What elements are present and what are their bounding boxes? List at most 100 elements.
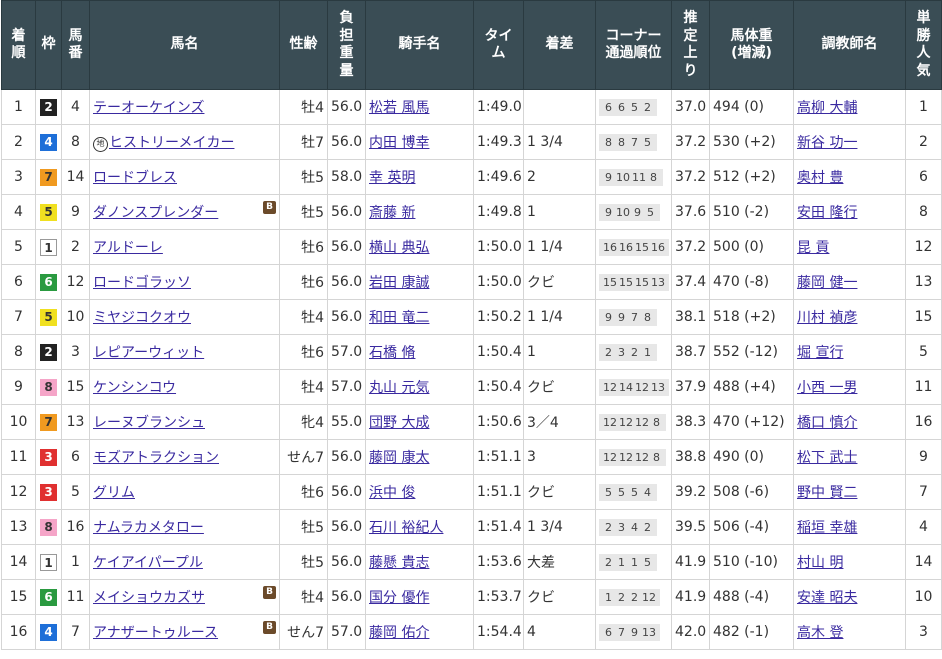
horse-name-link[interactable]: グリム [93, 485, 135, 501]
jockey-name-link[interactable]: 幸 英明 [369, 170, 415, 186]
horse-name-link[interactable]: ロードブレス [93, 170, 177, 186]
rank-cell: 1 [1, 89, 36, 125]
trainer-name-link[interactable]: 奥村 豊 [797, 170, 843, 186]
horse-name-link[interactable]: レピアーウィット [93, 345, 204, 361]
trainer-name-link[interactable]: 安田 隆行 [797, 205, 857, 221]
jockey-name-link[interactable]: 浜中 俊 [369, 485, 415, 501]
corner-cell: 9 10 11 8 [595, 159, 672, 195]
margin-cell: 1 3/4 [523, 509, 596, 545]
corner-position: 5 [631, 485, 638, 499]
waku-cell: 8 [35, 509, 62, 545]
horse-name-link[interactable]: アナザートゥルース [93, 625, 218, 641]
trainer-name-link[interactable]: 堀 宣行 [797, 345, 843, 361]
corner-position: 2 [605, 345, 612, 359]
last-3f-cell: 38.8 [671, 439, 710, 475]
jockey-name-link[interactable]: 団野 大成 [369, 415, 429, 431]
popularity-cell: 16 [905, 404, 942, 440]
corner-position: 8 [644, 310, 651, 324]
blinker-icon: B [263, 586, 276, 599]
horse-name-link[interactable]: アルドーレ [93, 240, 163, 256]
corner-positions: 9 10 9 5 [599, 203, 660, 221]
jockey-name-link[interactable]: 藤懸 貴志 [369, 555, 429, 571]
jockey-name-link[interactable]: 国分 優作 [369, 590, 429, 606]
jockey-name-link[interactable]: 松若 風馬 [369, 100, 429, 116]
weight-cell: 57.0 [327, 369, 366, 405]
jockey-name-link[interactable]: 石橋 脩 [369, 345, 415, 361]
umaban-cell: 15 [61, 369, 90, 405]
horse-name-link[interactable]: ケンシンコウ [93, 380, 176, 396]
header-sexage: 性齢 [279, 0, 328, 90]
horse-name-link[interactable]: テーオーケインズ [93, 100, 204, 116]
jockey-name-link[interactable]: 岩田 康誠 [369, 275, 429, 291]
trainer-name-link[interactable]: 安達 昭夫 [797, 590, 857, 606]
jockey-name-link[interactable]: 藤岡 佑介 [369, 625, 429, 641]
horse-name-link[interactable]: モズアトラクション [93, 450, 219, 466]
corner-position: 15 [603, 275, 617, 289]
corner-position: 3 [618, 520, 625, 534]
last-3f-cell: 39.2 [671, 474, 710, 510]
table-row: 13 8 16 ナムラカメタロー 牡5 56.0 石川 裕紀人 1:51.4 1 3/4 2 3 4 2… [1, 509, 942, 545]
time-cell: 1:51.4 [473, 509, 524, 545]
trainer-name-link[interactable]: 高木 登 [797, 625, 843, 641]
corner-position: 12 [635, 415, 649, 429]
corner-positions: 5554 [599, 483, 657, 501]
corner-position: 7 [631, 310, 638, 324]
corner-position: 13 [642, 625, 656, 639]
table-row: 5 1 2 アルドーレ 牡6 56.0 横山 典弘 1:50.0 1 1/4 16 16 15 16 37… [1, 229, 942, 265]
jockey-name-link[interactable]: 斎藤 新 [369, 205, 415, 221]
horse-name-link[interactable]: ミヤジコクオウ [93, 310, 191, 326]
corner-cell: 16 16 15 16 [595, 229, 672, 265]
jockey-cell: 石橋 脩 [365, 334, 474, 370]
time-cell: 1:49.0 [473, 89, 524, 125]
corner-position: 15 [619, 275, 633, 289]
margin-cell: 2 [523, 159, 596, 195]
horse-name-link[interactable]: レーヌブランシュ [93, 415, 205, 431]
trainer-name-link[interactable]: 村山 明 [797, 555, 843, 571]
trainer-name-link[interactable]: 小西 一男 [797, 380, 857, 396]
time-cell: 1:49.8 [473, 194, 524, 230]
weight-cell: 58.0 [327, 159, 366, 195]
jockey-name-link[interactable]: 石川 裕紀人 [369, 520, 443, 536]
jockey-name-link[interactable]: 内田 博幸 [369, 135, 429, 151]
trainer-cell: 安田 隆行 [793, 194, 906, 230]
corner-positions: 2321 [599, 343, 657, 361]
trainer-name-link[interactable]: 藤岡 健一 [797, 275, 857, 291]
horse-name-link[interactable]: ダノンスプレンダー [93, 205, 218, 221]
trainer-name-link[interactable]: 高柳 大輔 [797, 100, 857, 116]
jockey-name-link[interactable]: 丸山 元気 [369, 380, 429, 396]
trainer-name-link[interactable]: 野中 賢二 [797, 485, 857, 501]
corner-cell: 2115 [595, 544, 672, 580]
table-row: 2 4 8 地ヒストリーメイカー 牡7 56.0 内田 博幸 1:49.3 1 3/4 8 8 7 5 3… [1, 124, 942, 160]
corner-position: 6 [605, 100, 612, 114]
horse-name-link[interactable]: ヒストリーメイカー [109, 135, 234, 151]
last-3f-cell: 39.5 [671, 509, 710, 545]
horse-cell: ケンシンコウ [89, 369, 280, 405]
last-3f-cell: 37.4 [671, 264, 710, 300]
horse-name-link[interactable]: メイショウカズサ [93, 590, 205, 606]
corner-position: 12 [603, 450, 617, 464]
horse-name-link[interactable]: ナムラカメタロー [93, 520, 204, 536]
corner-position: 5 [605, 485, 612, 499]
horse-name-link[interactable]: ケイアイパープル [93, 555, 203, 571]
corner-positions: 2342 [599, 518, 657, 536]
trainer-name-link[interactable]: 昆 貢 [797, 240, 829, 256]
horse-cell: ナムラカメタロー [89, 509, 280, 545]
corner-position: 9 [631, 625, 638, 639]
trainer-name-link[interactable]: 川村 禎彦 [797, 310, 857, 326]
last-3f-cell: 37.2 [671, 159, 710, 195]
trainer-name-link[interactable]: 新谷 功一 [797, 135, 857, 151]
weight-cell: 56.0 [327, 124, 366, 160]
jockey-name-link[interactable]: 和田 竜二 [369, 310, 429, 326]
corner-position: 12 [635, 380, 649, 394]
body-weight-cell: 500 (0) [709, 229, 794, 265]
jockey-name-link[interactable]: 藤岡 康太 [369, 450, 429, 466]
jockey-cell: 松若 風馬 [365, 89, 474, 125]
margin-cell: クビ [523, 474, 596, 510]
trainer-name-link[interactable]: 橋口 慎介 [797, 415, 857, 431]
trainer-name-link[interactable]: 稲垣 幸雄 [797, 520, 857, 536]
trainer-name-link[interactable]: 松下 武士 [797, 450, 857, 466]
jockey-name-link[interactable]: 横山 典弘 [369, 240, 429, 256]
corner-position: 1 [644, 345, 651, 359]
horse-name-link[interactable]: ロードゴラッソ [93, 275, 191, 291]
body-weight-cell: 510 (-10) [709, 544, 794, 580]
